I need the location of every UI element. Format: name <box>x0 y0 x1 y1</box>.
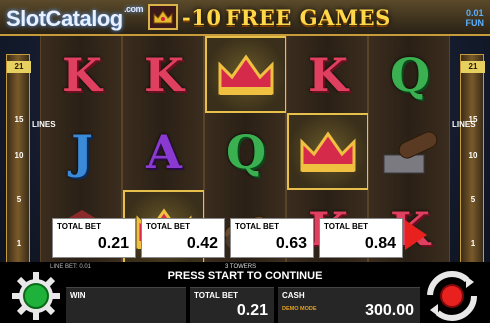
symbol-crown-icon <box>287 113 369 190</box>
left-line-indicator: 21 15 10 5 1 <box>6 54 31 264</box>
top-banner: SlotCatalog .com -10 FREE GAMES 0.01 FUN <box>0 0 490 36</box>
line-number[interactable]: 10 <box>461 151 485 160</box>
promo-text: FREE GAMES <box>225 4 391 30</box>
total-bet-label: TOTAL BET <box>194 291 238 300</box>
symbol-crown-icon <box>205 36 287 113</box>
bet-option-label: TOTAL BET <box>324 222 368 231</box>
bet-option-1[interactable]: TOTAL BET 0.21 <box>52 218 136 258</box>
bet-option-value: 0.84 <box>364 235 396 252</box>
logo-suffix: .com <box>124 4 144 14</box>
line-number[interactable]: 15 <box>7 115 31 124</box>
cash-value: 300.00 <box>365 302 414 319</box>
symbol-letter: K <box>144 47 184 102</box>
symbol-a: A <box>123 113 205 190</box>
free-games-promo: -10 FREE GAMES <box>148 2 391 32</box>
win-label: WIN <box>70 291 86 300</box>
spin-button-icon[interactable] <box>426 270 478 322</box>
bet-option-4[interactable]: TOTAL BET 0.84 <box>319 218 403 258</box>
bet-option-value: 0.21 <box>97 235 129 252</box>
symbol-letter: K <box>62 47 102 102</box>
line-number[interactable]: 21 <box>461 61 485 73</box>
bet-option-value: 0.42 <box>186 235 218 252</box>
line-number[interactable]: 5 <box>7 195 31 204</box>
press-start-message: PRESS START TO CONTINUE <box>167 270 323 282</box>
cash-label: CASH <box>282 291 305 300</box>
play-arrow-icon[interactable] <box>405 220 427 250</box>
cash-panel: CASH DEMO MODE 300.00 <box>278 287 420 323</box>
fun-value: 0.01 <box>465 8 484 18</box>
lines-label-left: LINES <box>32 120 56 130</box>
bet-option-2[interactable]: TOTAL BET 0.42 <box>141 218 225 258</box>
symbol-letter: Q <box>389 47 431 102</box>
symbol-k: K <box>41 36 123 113</box>
symbol-letter: J <box>71 124 93 179</box>
line-number[interactable]: 1 <box>7 239 31 248</box>
symbol-k: K <box>287 36 369 113</box>
fun-credits: 0.01 FUN <box>466 8 485 28</box>
line-number[interactable]: 21 <box>7 61 31 73</box>
bet-option-label: TOTAL BET <box>57 222 101 231</box>
bet-option-value: 0.63 <box>275 235 307 252</box>
symbol-letter: K <box>308 47 348 102</box>
symbol-k: K <box>123 36 205 113</box>
symbol-cannon-icon <box>369 113 451 190</box>
line-number[interactable]: 10 <box>7 151 31 160</box>
line-number[interactable]: 1 <box>461 239 485 248</box>
line-number[interactable]: 5 <box>461 195 485 204</box>
bet-option-label: TOTAL BET <box>235 222 279 231</box>
fun-label: FUN <box>465 18 485 28</box>
logo-text: SlotCatalog <box>6 6 123 31</box>
game-stage: SlotCatalog .com -10 FREE GAMES 0.01 FUN… <box>0 0 490 323</box>
promo-prefix: -10 <box>182 4 222 30</box>
bet-option-3[interactable]: TOTAL BET 0.63 <box>230 218 314 258</box>
total-bet-panel[interactable]: TOTAL BET 0.21 <box>190 287 274 323</box>
bottom-bar: LINE BET: 0.01 3 TOWERS PRESS START TO C… <box>0 262 490 323</box>
symbol-q: Q <box>369 36 451 113</box>
bet-option-label: TOTAL BET <box>146 222 190 231</box>
settings-gear-icon[interactable] <box>10 270 62 322</box>
symbol-letter: A <box>146 124 182 179</box>
right-line-indicator: 21 15 10 5 1 <box>460 54 485 264</box>
lines-label-right: LINES <box>452 120 476 130</box>
symbol-q: Q <box>205 113 287 190</box>
total-bet-value: 0.21 <box>236 302 268 319</box>
crown-icon <box>148 4 178 30</box>
slotcatalog-logo: SlotCatalog .com <box>6 4 144 32</box>
symbol-letter: Q <box>225 124 267 179</box>
win-panel: WIN <box>66 287 186 323</box>
demo-mode-badge: DEMO MODE <box>282 306 317 312</box>
